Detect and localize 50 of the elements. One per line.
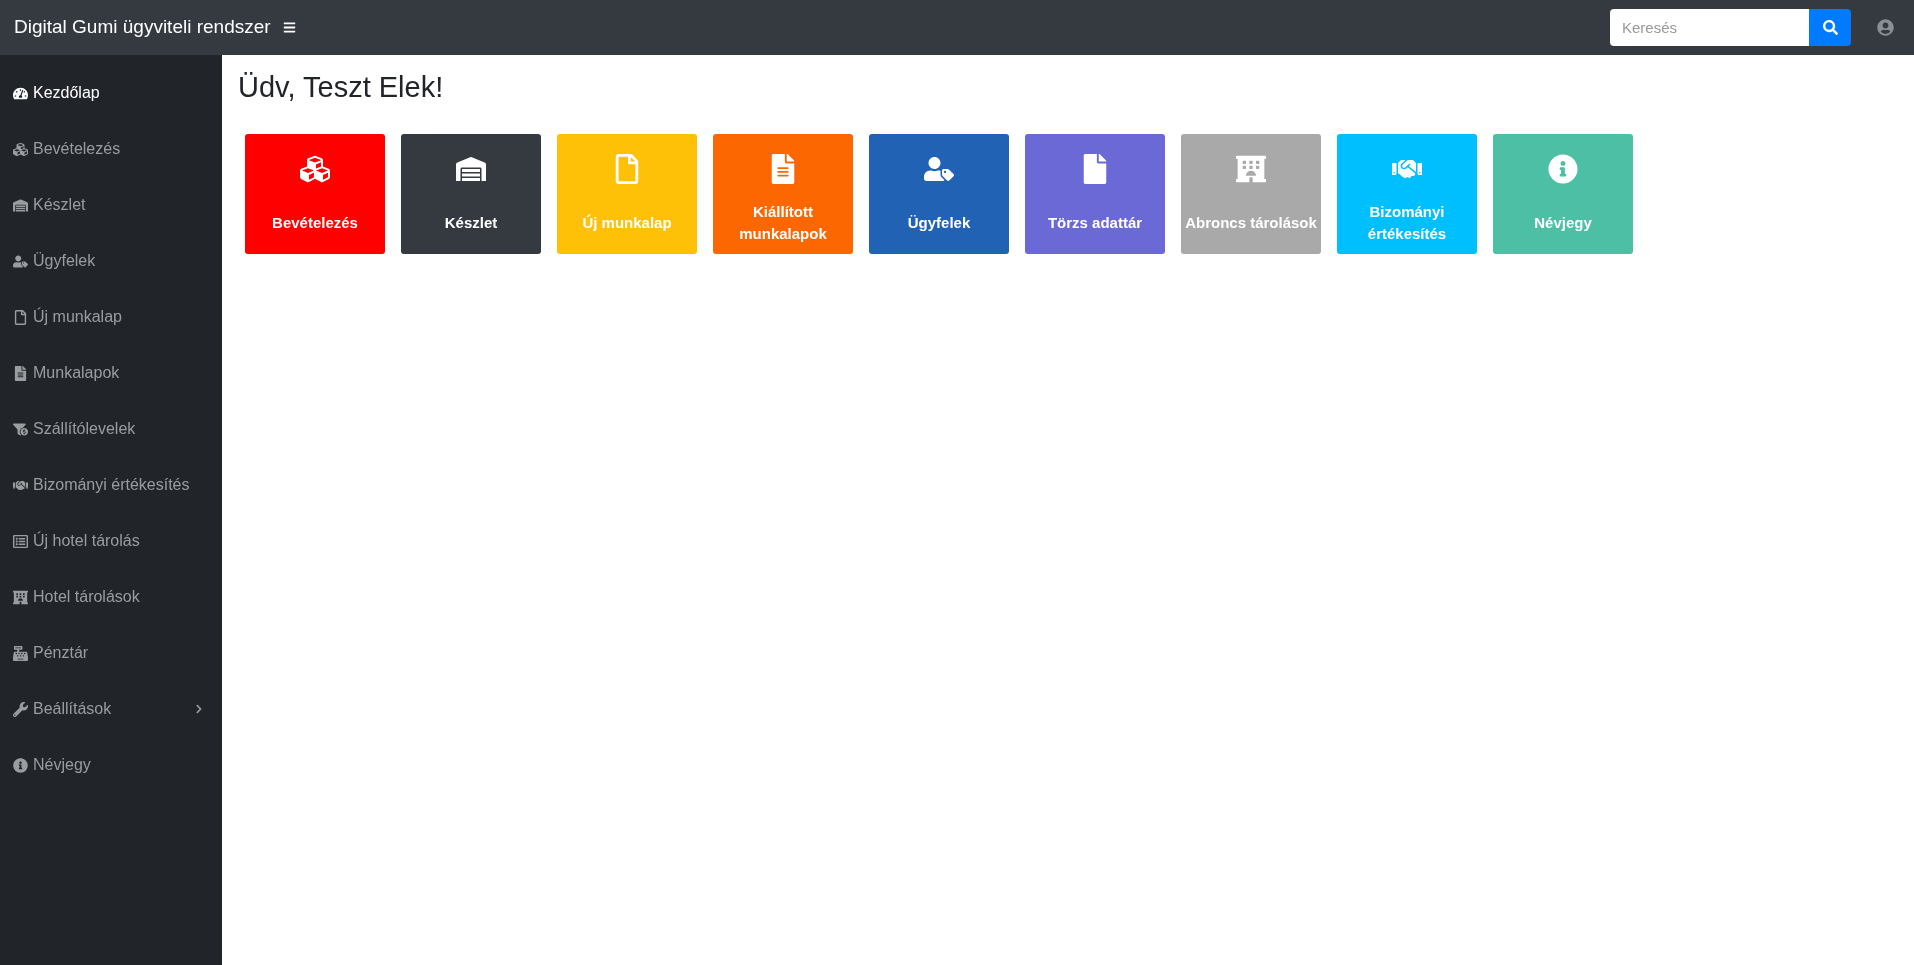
list-icon [13, 533, 28, 549]
search-icon [1822, 20, 1838, 35]
sidebar-item[interactable]: Névjegy [0, 737, 222, 793]
chevron-icon [194, 704, 204, 714]
sidebar-item[interactable]: Bevételezés [0, 121, 222, 177]
wrench-icon [13, 701, 28, 717]
cubes-icon [300, 153, 330, 184]
building-icon [13, 589, 28, 605]
sidebar-item[interactable]: Készlet [0, 177, 222, 233]
file-icon [13, 309, 28, 325]
sidebar-item[interactable]: Új munkalap [0, 289, 222, 345]
gauge-icon [13, 85, 28, 101]
sidebar-item[interactable]: Beállítások [0, 681, 222, 737]
welcome-heading: Üdv, Teszt Elek! [238, 70, 445, 105]
sidebar-item[interactable]: Hotel tárolások [0, 569, 222, 625]
dashboard-tile[interactable]: Ügyfelek [869, 133, 1009, 254]
tile-label: Törzs adattár [1047, 212, 1143, 233]
dashboard-tile[interactable]: Bevételezés [245, 133, 385, 254]
cubes-icon [13, 141, 28, 157]
dashboard-tile[interactable]: Törzs adattár [1025, 133, 1165, 254]
tile-label: Készlet [444, 212, 498, 233]
sidebar-item[interactable]: Szállítólevelek [0, 401, 222, 457]
search-field[interactable]: Keresés [1610, 9, 1809, 46]
menu-icon[interactable] [282, 21, 296, 34]
tile-label: Új munkalap [582, 212, 672, 233]
building-icon [1236, 153, 1266, 184]
warehouse-icon [13, 197, 28, 213]
dashboard-tile[interactable]: Készlet [401, 133, 541, 254]
tile-label: Névjegy [1534, 212, 1592, 233]
sidebar-item[interactable]: Ügyfelek [0, 233, 222, 289]
sidebar-item[interactable]: Új hotel tárolás [0, 513, 222, 569]
info-icon [1548, 153, 1578, 184]
info-icon [13, 757, 28, 773]
user-avatar-icon[interactable] [1877, 19, 1894, 36]
search-button[interactable] [1809, 9, 1851, 46]
cash-register-icon [13, 645, 28, 661]
tile-label: Bizományi értékesítés [1366, 201, 1448, 244]
document-icon [13, 365, 28, 381]
funnel-coin-icon [13, 421, 28, 437]
tile-label: Kiállított munkalapok [738, 201, 828, 244]
sidebar-item[interactable]: Kezdőlap [0, 65, 222, 121]
brand-title[interactable]: Digital Gumi ügyviteli rendszer [14, 13, 271, 42]
sidebar-item[interactable]: Munkalapok [0, 345, 222, 401]
dashboard-tile[interactable]: Kiállított munkalapok [713, 133, 853, 254]
tile-label: Ügyfelek [907, 212, 971, 233]
sidebar-item[interactable]: Pénztár [0, 625, 222, 681]
tile-label: Bevételezés [272, 212, 358, 233]
tile-label: Abroncs tárolások [1185, 212, 1317, 233]
user-tag-icon [13, 253, 28, 269]
sidebar-item[interactable]: Bizományi értékesítés [0, 457, 222, 513]
